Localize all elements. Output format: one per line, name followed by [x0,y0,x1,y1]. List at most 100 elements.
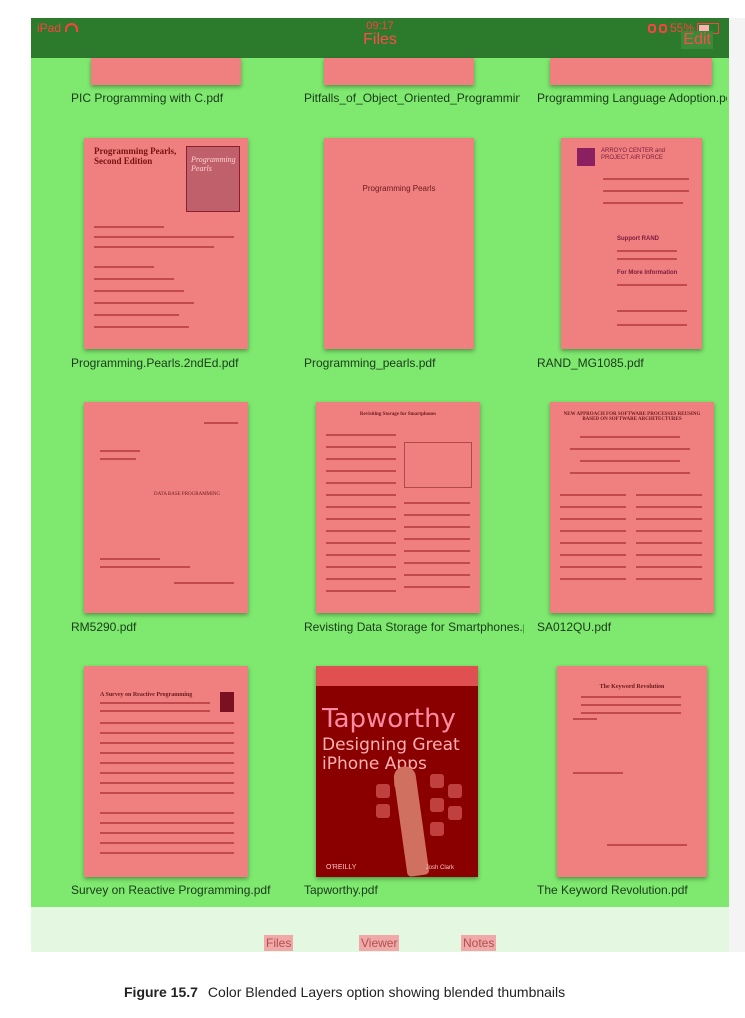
text-line [404,502,470,504]
file-thumbnail[interactable]: The Keyword Revolution [557,666,707,877]
text-line [617,284,687,286]
text-line [560,554,626,556]
app-icon [430,798,444,812]
app-icons-graphic [376,774,476,844]
edit-button[interactable]: Edit [681,31,713,49]
file-name[interactable]: Revisting Data Storage for Smartphones.p… [304,620,524,634]
file-name[interactable]: The Keyword Revolution.pdf [537,883,727,897]
text-line [617,310,687,312]
text-line [100,722,234,724]
file-name[interactable]: RAND_MG1085.pdf [537,356,727,370]
file-thumbnail[interactable]: Revisiting Storage for Smartphones [316,402,480,613]
file-name[interactable]: RM5290.pdf [71,620,291,634]
cover-subtitle-line: Designing Great [322,735,460,755]
thumbnail-title: The Keyword Revolution [599,684,665,690]
author-label: Josh Clark [425,865,454,871]
text-line [404,586,470,588]
cover-title: Tapworthy [322,704,456,734]
text-line [100,842,234,844]
text-line [573,718,597,720]
ipad-screen: iPad 09:17 55% Files Edit PIC Programmin… [31,18,729,952]
file-name[interactable]: Programming.Pearls.2ndEd.pdf [71,356,291,370]
text-line [617,250,677,252]
file-thumbnail[interactable]: Programming Pearls [324,138,474,349]
cover-banner [316,666,478,686]
text-line [100,558,160,560]
navigation-bar: iPad 09:17 55% Files Edit [31,18,729,58]
text-line [326,554,396,556]
file-name[interactable]: Pitfalls_of_Object_Oriented_Programming_… [304,91,520,105]
text-line [617,324,687,326]
text-line [94,236,234,238]
text-line [636,566,702,568]
text-line [636,554,702,556]
text-line [603,202,683,204]
text-line [570,448,690,450]
file-thumbnail[interactable]: DATA BASE PROGRAMMING [84,402,248,613]
file-thumbnail[interactable]: ARROYO CENTER and PROJECT AIR FORCE Supp… [561,138,702,349]
page-title: Files [363,31,397,48]
text-line [100,792,234,794]
publisher-label: O'REILLY [326,864,357,871]
text-line [404,514,470,516]
file-thumbnail[interactable]: Tapworthy Designing Great iPhone Apps O'… [316,666,478,877]
file-thumbnail[interactable]: NEW APPROACH FOR SOFTWARE PROCESSES REUS… [550,402,714,613]
file-thumbnail[interactable]: Programming Pearls, Second Edition Progr… [84,138,248,349]
text-line [560,566,626,568]
text-line [581,696,681,698]
thumbnail-title: Revisiting Storage for Smartphones [359,412,437,417]
thumbnail-title: ARROYO CENTER and PROJECT AIR FORCE [601,148,666,161]
file-thumbnail[interactable] [91,58,241,85]
text-line [636,530,702,532]
text-line [100,742,234,744]
file-thumbnail[interactable] [324,58,474,85]
text-line [636,542,702,544]
text-line [174,582,234,584]
figure-number: Figure 15.7 [124,984,198,1000]
app-icon [448,806,462,820]
text-line [404,550,470,552]
page-margin [729,18,745,952]
file-name[interactable]: SA012QU.pdf [537,620,727,634]
app-icon [376,804,390,818]
file-name[interactable]: Survey on Reactive Programming.pdf [71,883,291,897]
text-line [100,852,234,854]
text-line [94,226,164,228]
text-line [326,518,396,520]
text-line [581,704,681,706]
text-line [94,278,174,280]
tab-viewer[interactable]: Viewer [359,935,400,951]
text-line [603,190,689,192]
app-icon [430,822,444,836]
text-line [560,506,626,508]
text-line [100,832,234,834]
thumbnail-heading: For More Information [617,270,678,276]
tab-notes[interactable]: Notes [461,935,497,951]
cover-subtitle: Designing Great iPhone Apps [322,736,460,774]
text-line [581,712,681,714]
text-line [573,772,623,774]
text-line [326,482,396,484]
file-name[interactable]: PIC Programming with C.pdf [71,91,291,105]
figure-chart [404,442,472,488]
text-line [404,526,470,528]
thumbnail-title: Programming Pearls [362,184,436,193]
file-name[interactable]: Programming Language Adoption.pdf [537,91,727,105]
file-thumbnail[interactable]: A Survey on Reactive Programming [84,666,248,877]
tab-bar: Files Viewer Notes [31,907,729,952]
text-line [636,506,702,508]
file-name[interactable]: Tapworthy.pdf [304,883,524,897]
text-line [326,566,396,568]
file-thumbnail[interactable] [550,58,712,85]
tab-files[interactable]: Files [264,935,294,951]
text-line [560,518,626,520]
text-line [326,542,396,544]
thumbnail-title: DATA BASE PROGRAMMING [154,492,220,497]
text-line [100,566,190,568]
text-line [570,472,690,474]
thumbnail-heading: Support RAND [617,236,659,242]
text-line [560,542,626,544]
file-name[interactable]: Programming_pearls.pdf [304,356,520,370]
text-line [100,772,234,774]
app-icon [376,784,390,798]
